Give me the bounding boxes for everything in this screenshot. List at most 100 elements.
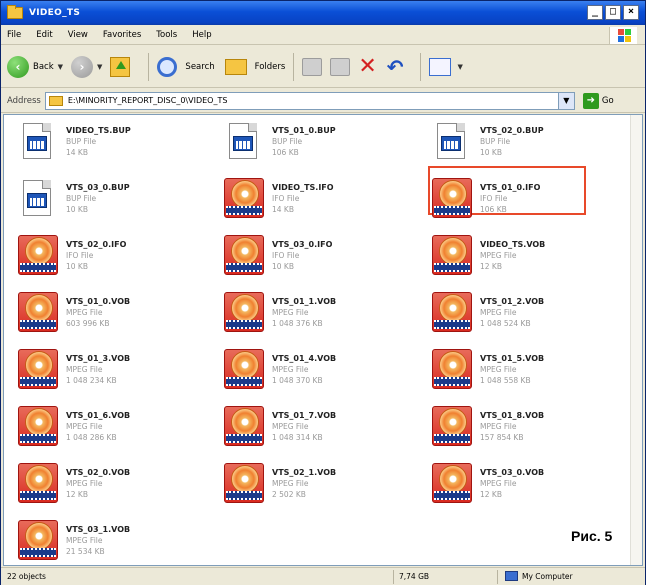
file-item[interactable]: VTS_01_0.BUP BUP File 106 KB [224,115,424,167]
file-item[interactable]: VTS_01_1.VOB MPEG File 1 048 376 KB [224,286,424,338]
forward-dropdown-icon[interactable]: ▼ [97,63,102,71]
file-size: 12 KB [480,489,502,499]
folder-icon [48,95,63,106]
file-list-pane[interactable]: Рис. 5 VIDEO_TS.BUP BUP File 14 KB VTS_01_0… [3,114,643,566]
menu-file[interactable]: File [7,30,21,40]
file-type: MPEG File [480,421,517,431]
file-type: MPEG File [66,535,103,545]
address-label: Address [7,95,41,106]
views-dropdown-icon[interactable]: ▼ [458,63,463,71]
media-file-icon [224,178,264,218]
file-item[interactable]: VTS_01_0.VOB MPEG File 603 996 KB [18,286,218,338]
address-input[interactable]: E:\MINORITY_REPORT_DISC_0\VIDEO_TS ▼ [44,91,575,110]
file-item[interactable]: VTS_01_3.VOB MPEG File 1 048 234 KB [18,343,218,395]
file-item[interactable]: VIDEO_TS.BUP BUP File 14 KB [18,115,218,167]
delete-icon[interactable]: ✕ [358,54,376,79]
close-button[interactable]: × [623,5,639,20]
file-item[interactable]: VTS_03_1.VOB MPEG File 21 534 KB [18,514,218,565]
media-file-icon [432,235,472,275]
file-size: 1 048 234 KB [66,375,117,385]
file-name: VTS_03_0.VOB [480,467,545,477]
file-size: 157 854 KB [480,432,524,442]
go-button[interactable]: ➜ Go [582,92,614,109]
file-item[interactable]: VTS_03_0.VOB MPEG File 12 KB [432,457,632,509]
file-type: BUP File [66,136,97,146]
maximize-button[interactable]: □ [605,5,621,20]
menu-view[interactable]: View [68,30,88,40]
object-count: 22 objects [7,572,46,581]
file-name: VTS_01_0.IFO [480,182,541,192]
status-location: My Computer [505,571,573,581]
file-size: 14 KB [66,147,88,157]
file-size: 1 048 286 KB [66,432,117,442]
go-arrow-icon[interactable]: ➜ [582,92,599,109]
file-meta: VIDEO_TS.BUP BUP File 14 KB [66,125,131,158]
status-divider [497,570,498,584]
file-meta: VTS_01_2.VOB MPEG File 1 048 524 KB [480,296,544,329]
file-size: 603 996 KB [66,318,110,328]
status-bar: 22 objects 7,74 GB My Computer [1,567,645,585]
file-item[interactable]: VTS_03_0.IFO IFO File 10 KB [224,229,424,281]
file-item[interactable]: VTS_01_5.VOB MPEG File 1 048 558 KB [432,343,632,395]
file-item[interactable]: VTS_01_2.VOB MPEG File 1 048 524 KB [432,286,632,338]
move-to-icon[interactable] [302,57,323,76]
menu-tools[interactable]: Tools [156,30,177,40]
file-item[interactable]: VTS_01_6.VOB MPEG File 1 048 286 KB [18,400,218,452]
views-icon[interactable] [428,57,451,76]
windows-logo-icon [609,27,637,44]
media-file-icon [18,349,58,389]
file-type: MPEG File [272,478,309,488]
menu-edit[interactable]: Edit [36,30,52,40]
toolbar-divider [419,52,421,81]
address-dropdown-icon[interactable]: ▼ [557,92,574,109]
file-item[interactable]: VTS_01_4.VOB MPEG File 1 048 370 KB [224,343,424,395]
file-name: VIDEO_TS.IFO [272,182,334,192]
back-dropdown-icon[interactable]: ▼ [58,63,63,71]
media-file-icon [18,292,58,332]
file-name: VTS_03_1.VOB [66,524,131,534]
back-button-label[interactable]: Back [33,62,54,72]
folder-icon [7,5,23,19]
file-item[interactable]: VTS_01_0.IFO IFO File 106 KB [432,172,632,224]
file-type: IFO File [66,250,94,260]
file-item[interactable]: VTS_01_8.VOB MPEG File 157 854 KB [432,400,632,452]
copy-to-icon[interactable] [330,57,351,76]
figure-caption: Рис. 5 [571,528,613,544]
folders-icon[interactable] [224,58,247,75]
search-icon[interactable] [157,56,178,77]
file-type: MPEG File [66,478,103,488]
file-meta: VTS_01_5.VOB MPEG File 1 048 558 KB [480,353,544,386]
title-bar[interactable]: VIDEO_TS _ □ × [1,1,645,25]
up-folder-icon[interactable] [110,56,131,77]
file-item[interactable]: VTS_02_1.VOB MPEG File 2 502 KB [224,457,424,509]
file-item[interactable]: VTS_02_0.IFO IFO File 10 KB [18,229,218,281]
address-value[interactable]: E:\MINORITY_REPORT_DISC_0\VIDEO_TS [68,96,228,105]
media-file-icon [224,235,264,275]
go-label[interactable]: Go [602,96,614,106]
back-arrow-icon[interactable]: ‹ [7,55,29,78]
forward-arrow-icon[interactable]: › [71,55,94,78]
undo-icon[interactable]: ↶ [387,55,404,79]
file-type: MPEG File [272,364,309,374]
file-size: 10 KB [66,261,88,271]
file-size: 1 048 376 KB [272,318,323,328]
file-item[interactable]: VIDEO_TS.IFO IFO File 14 KB [224,172,424,224]
file-meta: VTS_01_0.VOB MPEG File 603 996 KB [66,296,130,329]
folders-button-label[interactable]: Folders [255,62,286,72]
file-item[interactable]: VTS_02_0.BUP BUP File 10 KB [432,115,632,167]
file-item[interactable]: VTS_02_0.VOB MPEG File 12 KB [18,457,218,509]
menu-favorites[interactable]: Favorites [103,30,141,40]
file-meta: VTS_01_1.VOB MPEG File 1 048 376 KB [272,296,336,329]
window-controls: _ □ × [587,5,639,20]
file-name: VTS_02_0.IFO [66,239,127,249]
search-button-label[interactable]: Search [185,62,214,72]
file-item[interactable]: VTS_01_7.VOB MPEG File 1 048 314 KB [224,400,424,452]
file-meta: VTS_03_0.VOB MPEG File 12 KB [480,467,544,500]
menu-help[interactable]: Help [192,30,211,40]
minimize-button[interactable]: _ [587,5,603,20]
file-size: 14 KB [272,204,294,214]
file-meta: VTS_02_0.BUP BUP File 10 KB [480,125,544,158]
file-item[interactable]: VIDEO_TS.VOB MPEG File 12 KB [432,229,632,281]
file-item[interactable]: VTS_03_0.BUP BUP File 10 KB [18,172,218,224]
media-file-icon [18,520,58,560]
